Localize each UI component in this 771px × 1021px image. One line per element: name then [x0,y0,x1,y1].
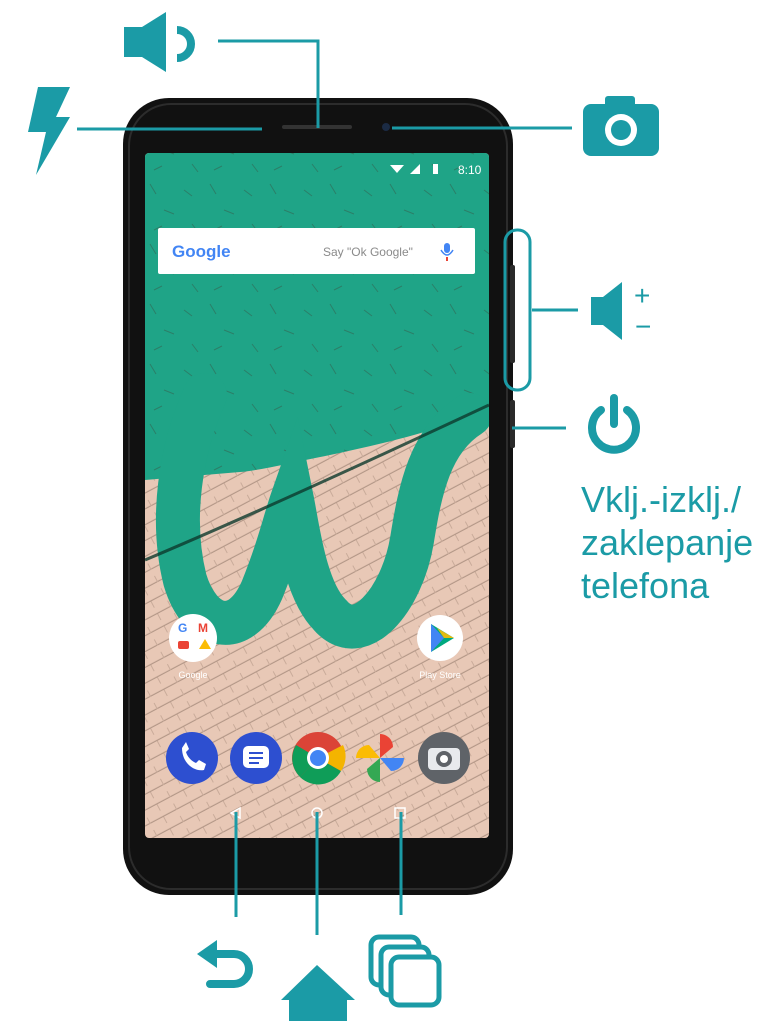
google-folder-label: Google [178,670,207,680]
camera-icon [583,96,659,156]
home-icon [281,965,355,1021]
play-store-app[interactable]: Play Store [417,615,463,680]
volume-icon: + − [591,280,651,342]
flash-icon [28,87,70,175]
camera-app-icon[interactable] [418,732,470,784]
battery-icon [433,164,438,174]
play-store-label: Play Store [419,670,461,680]
google-search-widget[interactable]: Google Say "Ok Google" [158,228,475,274]
volume-key[interactable] [510,265,515,363]
svg-text:G: G [178,621,187,635]
power-icon [588,394,640,454]
messages-icon[interactable] [230,732,282,784]
recents-icon [368,934,442,1008]
svg-text:M: M [198,621,208,635]
phone-icon[interactable] [166,732,218,784]
volume-plus: + [634,280,650,311]
google-logo: Google [172,242,231,261]
speaker-icon [124,12,195,72]
search-hint: Say "Ok Google" [323,245,413,259]
status-time: 8:10 [458,163,482,177]
front-camera-lens [382,123,390,131]
power-lock-label: Vklj.-izklj./ zaklepanje telefona [581,479,754,606]
power-key[interactable] [510,400,515,448]
volume-minus: − [635,311,651,342]
